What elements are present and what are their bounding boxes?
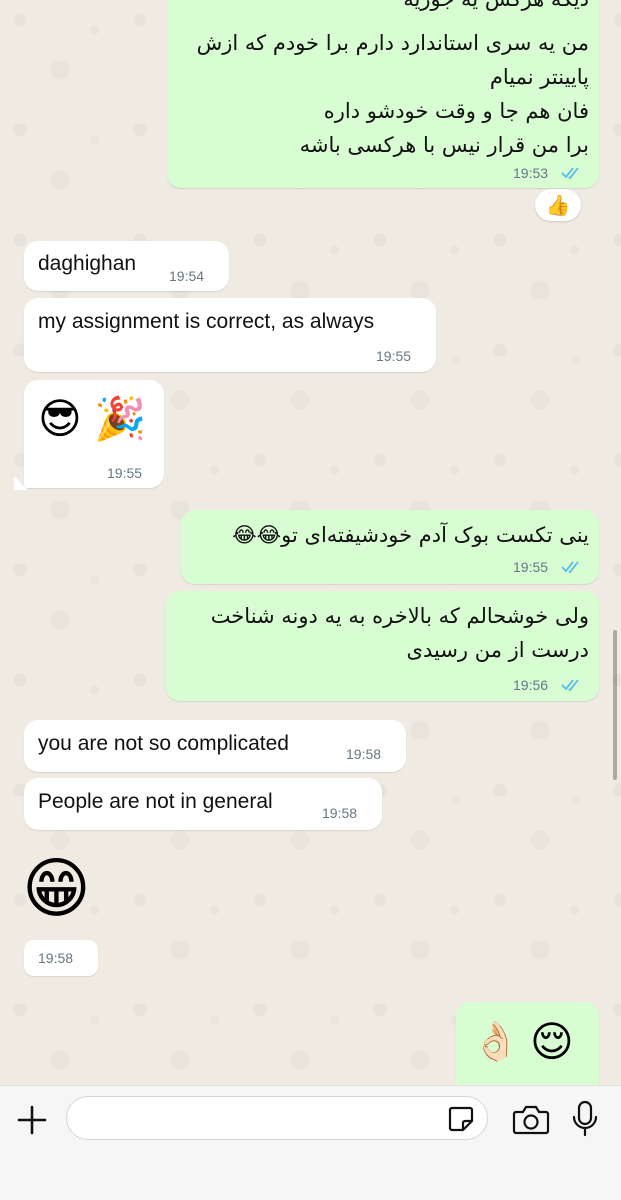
message-timestamp: 19:58 [38,950,74,966]
scroll-indicator[interactable] [613,630,617,780]
emoji-message: 😌 [530,1018,574,1065]
thumbs-up-icon: 👍 [545,194,571,217]
read-receipt-icon [561,167,579,180]
message-text: you are not so complicated [38,732,289,755]
message-line: فان هم جا و وقت خودشو داره [323,99,589,123]
message-timestamp: 19:55 [107,465,143,481]
message-timestamp: 19:58 [322,805,358,821]
camera-icon[interactable] [512,1102,550,1136]
message-timestamp: 19:58 [346,746,382,762]
emoji-message: 👌🏻 [472,1021,520,1063]
emoji-message: 😎 [38,395,82,442]
message-line: دیگه هرکس یه جوریه [189,0,589,16]
emoji-message[interactable]: 😁 [22,846,91,930]
message-text: People are not in general [38,790,273,813]
message-timestamp: 19:53 [513,165,549,181]
message-text: ینی تکست بوک آدم خودشیفته‌ای تو😂😂 [232,523,589,547]
read-receipt-icon [561,679,579,692]
message-input[interactable] [66,1096,488,1140]
message-text: daghighan [38,252,137,275]
message-timestamp: 19:55 [376,348,412,364]
message-line: من یه سری استاندارد دارم برا خودم که ازش [196,31,589,55]
microphone-icon[interactable] [572,1100,598,1138]
sticker-icon[interactable] [446,1104,476,1134]
message-line: درست از من رسیدی [406,638,589,662]
message-line: برا من قرار نیس با هرکسی باشه [299,133,589,157]
message-timestamp: 19:56 [513,677,549,693]
bubble-tail [14,476,28,490]
reaction-badge[interactable]: 👍 [535,189,581,221]
message-text: my assignment is correct, as always [38,310,375,333]
message-timestamp: 19:55 [513,559,549,575]
message-line: ولی خوشحالم که بالاخره به یه دونه شناخت [210,604,589,628]
emoji-message: 🎉 [94,395,147,442]
read-receipt-icon [561,561,579,574]
plus-icon[interactable] [14,1102,50,1138]
message-line: پایینتر نمیام [489,65,589,89]
message-timestamp: 19:54 [169,268,205,284]
